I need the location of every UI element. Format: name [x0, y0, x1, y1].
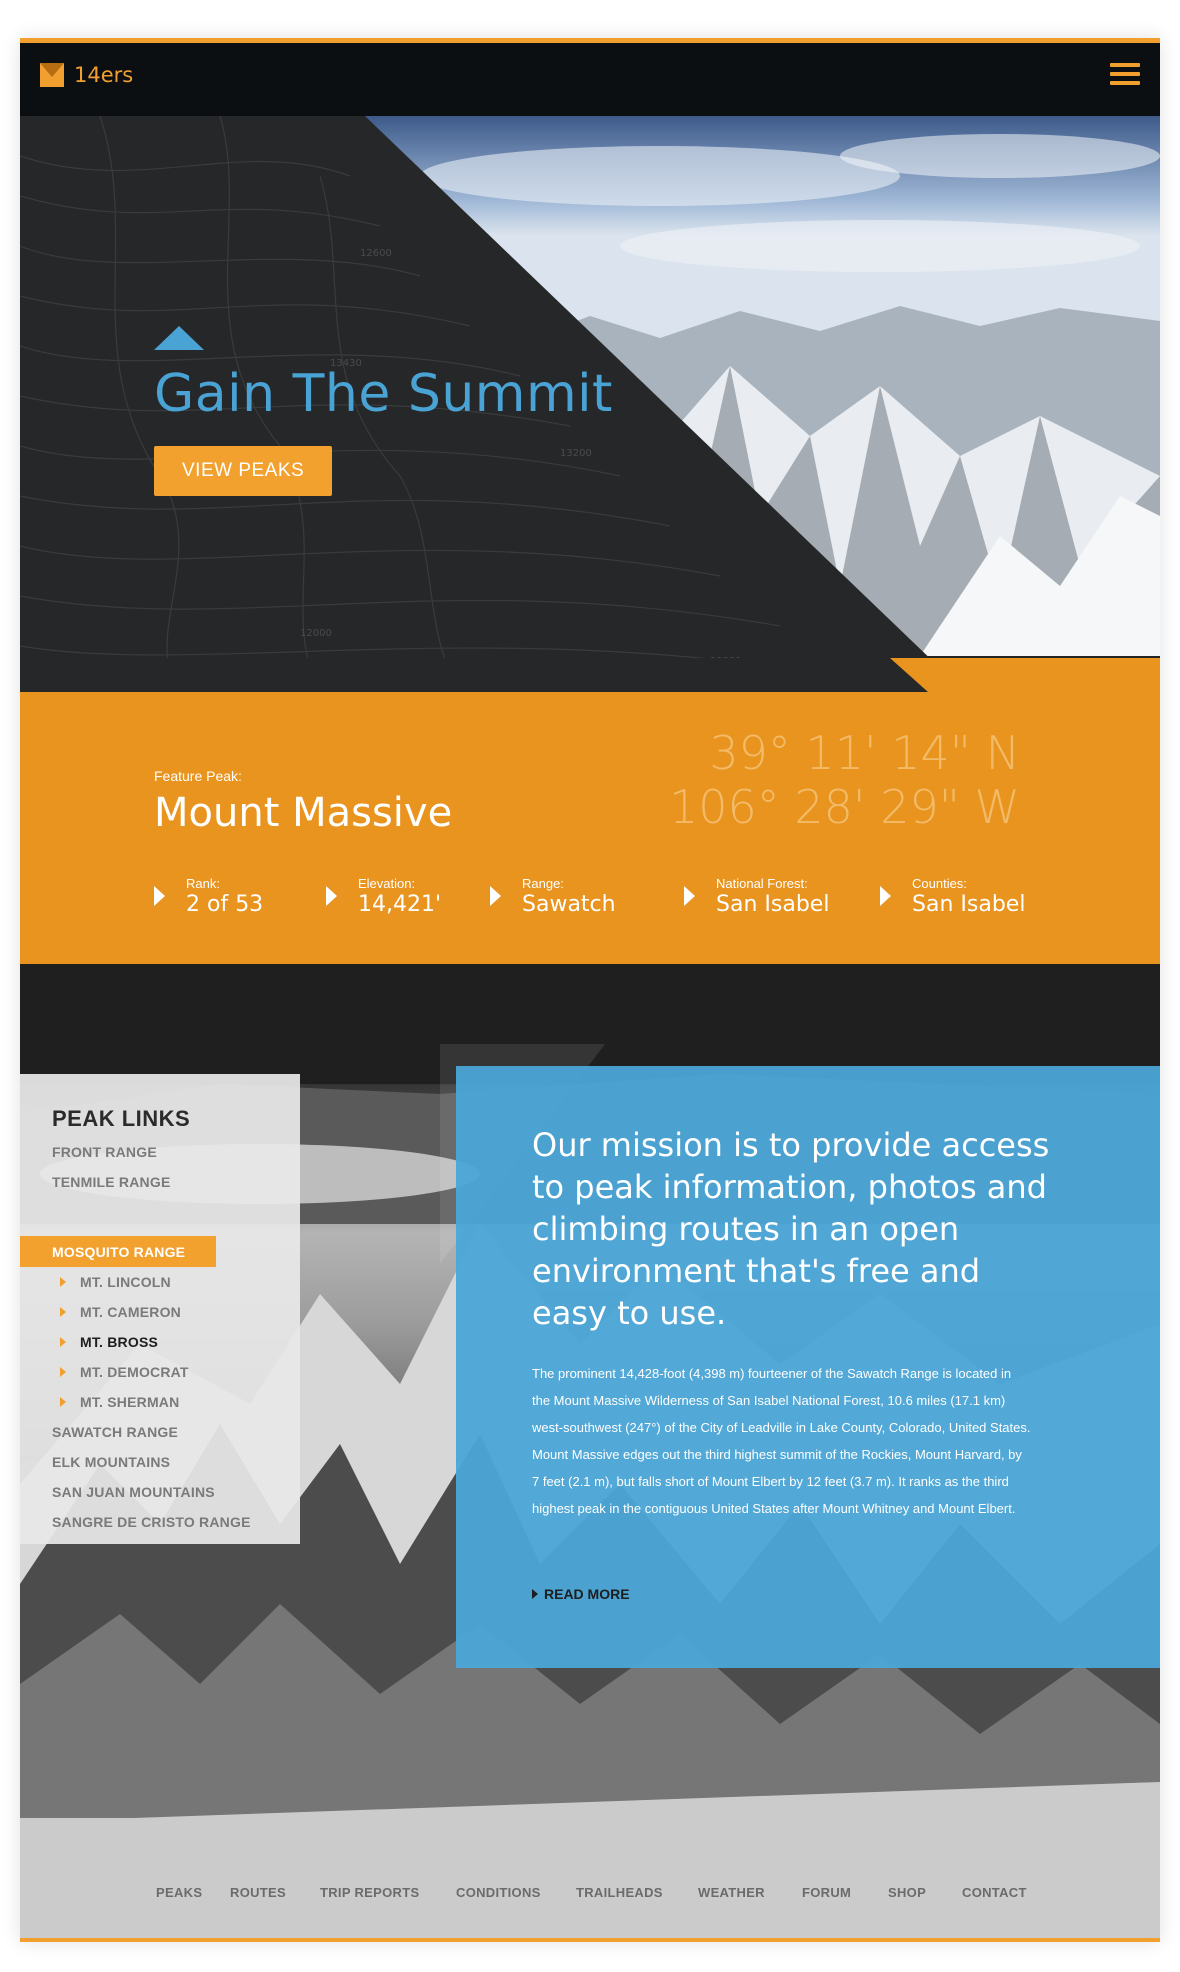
stat-value: 14,421': [358, 892, 442, 917]
footer-link-shop[interactable]: SHOP: [888, 1885, 926, 1900]
peak-link-mt-democrat[interactable]: MT. DEMOCRAT: [60, 1364, 189, 1380]
play-arrow-icon: [154, 886, 165, 906]
peak-link-front-range[interactable]: FRONT RANGE: [52, 1144, 157, 1160]
svg-text:12000: 12000: [300, 628, 332, 639]
footer-link-contact[interactable]: CONTACT: [962, 1885, 1027, 1900]
stat-label: Rank:: [186, 876, 220, 891]
peak-link-san-juan-mountains[interactable]: SAN JUAN MOUNTAINS: [52, 1484, 215, 1500]
read-more-link[interactable]: READ MORE: [532, 1586, 630, 1602]
top-nav-bar: 14ers: [20, 38, 1160, 116]
peak-stats: Rank: 2 of 53 Elevation: 14,421' Range: …: [154, 876, 1026, 936]
stat-label: National Forest:: [716, 876, 808, 891]
footer-nav: PEAKS ROUTES TRIP REPORTS CONDITIONS TRA…: [20, 1885, 1160, 1909]
latitude-text: 39° 11' 14" N: [709, 726, 1020, 780]
peak-link-mt-sherman[interactable]: MT. SHERMAN: [59, 1394, 179, 1410]
site-logo[interactable]: 14ers: [40, 63, 133, 87]
peak-link-elk-mountains[interactable]: ELK MOUNTAINS: [52, 1454, 170, 1470]
logo-text: 14ers: [74, 63, 134, 87]
peak-link-mt-lincoln[interactable]: MT. LINCOLN: [60, 1274, 171, 1290]
svg-text:12600: 12600: [360, 248, 392, 259]
play-arrow-icon: [880, 886, 891, 906]
view-peaks-button[interactable]: VIEW PEAKS: [154, 446, 333, 496]
peak-link-mt-cameron[interactable]: MT. CAMERON: [60, 1304, 181, 1320]
triangle-up-icon: [154, 326, 204, 350]
longitude-text: 106° 28' 29" W: [668, 780, 1020, 834]
play-arrow-icon: [490, 886, 501, 906]
mission-panel: Our mission is to provide access to peak…: [456, 1066, 1160, 1668]
hero-content: Gain The Summit VIEW PEAKS: [154, 326, 613, 496]
hamburger-icon[interactable]: [1110, 63, 1140, 89]
mission-body-text: The prominent 14,428-foot (4,398 m) four…: [532, 1366, 1031, 1516]
peak-link-mosquito-range[interactable]: MOSQUITO RANGE: [52, 1244, 185, 1260]
logo-envelope-icon: [40, 63, 64, 87]
stat-value: San Isabel: [912, 892, 1026, 917]
footer-link-weather[interactable]: WEATHER: [698, 1885, 765, 1900]
footer-link-peaks[interactable]: PEAKS: [156, 1885, 202, 1900]
feature-strip-edge: [20, 658, 1160, 694]
footer-link-forum[interactable]: FORUM: [802, 1885, 851, 1900]
footer-link-routes[interactable]: ROUTES: [230, 1885, 286, 1900]
page-frame: 14ers 12600 13430 13200 12000 Gain The S…: [20, 38, 1160, 1942]
stat-value: Sawatch: [522, 892, 616, 917]
peak-link-tenmile-range[interactable]: TENMILE RANGE: [52, 1174, 171, 1190]
stat-label: Elevation:: [358, 876, 416, 891]
peak-link-mt-bross[interactable]: MT. BROSS: [59, 1334, 158, 1350]
feature-peak-label: Feature Peak:: [154, 768, 242, 784]
play-arrow-icon: [326, 886, 337, 906]
hero-section: 12600 13430 13200 12000 12381 Gain The S…: [20, 116, 1160, 692]
footer-link-conditions[interactable]: CONDITIONS: [456, 1885, 541, 1900]
footer-link-trip-reports[interactable]: TRIP REPORTS: [320, 1885, 419, 1900]
stat-label: Range:: [522, 876, 564, 891]
stat-value: San Isabel: [716, 892, 830, 917]
peak-links-title: PEAK LINKS: [52, 1106, 191, 1131]
feature-peak-name: Mount Massive: [154, 790, 453, 836]
stat-value: 2 of 53: [186, 892, 264, 917]
footer: [20, 1818, 1160, 1942]
hero-title: Gain The Summit: [154, 364, 613, 424]
footer-accent-line: [20, 1938, 1160, 1942]
footer-edge: [20, 1782, 1160, 1822]
mission-heading: Our mission is to provide access to peak…: [532, 1126, 1050, 1332]
footer-link-trailheads[interactable]: TRAILHEADS: [576, 1885, 663, 1900]
peak-coordinates: 39° 11' 14" N 106° 28' 29" W: [669, 726, 1020, 834]
play-arrow-icon: [684, 886, 695, 906]
peak-link-sangre-de-cristo-range[interactable]: SANGRE DE CRISTO RANGE: [52, 1514, 251, 1530]
stat-label: Counties:: [912, 876, 967, 891]
peak-link-sawatch-range[interactable]: SAWATCH RANGE: [52, 1424, 178, 1440]
